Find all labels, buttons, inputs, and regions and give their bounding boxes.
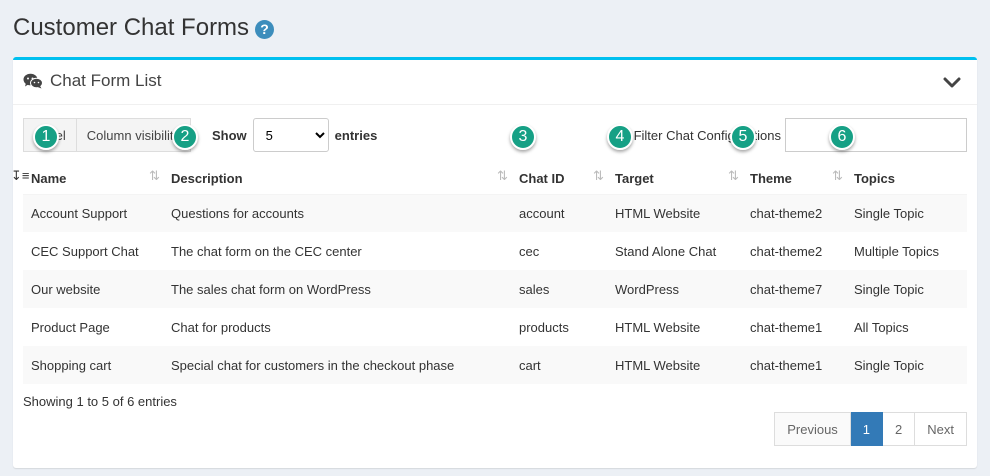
column-header-theme[interactable]: ⇅ Theme <box>728 156 846 195</box>
callout-marker-1: 1 <box>33 124 59 150</box>
column-header-target[interactable]: ⇅ Target <box>593 156 742 195</box>
page-button-1[interactable]: 1 <box>850 412 884 446</box>
table-row[interactable]: Product Page Chat for products products … <box>23 308 967 346</box>
cell-theme: chat-theme1 <box>750 319 823 335</box>
page-title: Customer Chat Forms ? <box>13 14 275 42</box>
cell-target: HTML Website <box>615 319 701 335</box>
filter-control: Filter Chat Configurations <box>634 118 967 152</box>
table-row[interactable]: Account Support Questions for accounts a… <box>23 194 967 232</box>
cell-chat-id: sales <box>519 281 550 297</box>
box-title-text: Chat Form List <box>50 71 162 90</box>
cell-theme: chat-theme2 <box>750 243 823 259</box>
chat-form-list-box: Chat Form List Excel Column visibility S… <box>11 57 977 468</box>
table-row[interactable]: Our website The sales chat form on WordP… <box>23 270 967 308</box>
cell-name: Product Page <box>31 319 110 335</box>
chat-form-table: ↧≡ Name ⇅ Description ⇅ Chat ID ⇅ Target ⇅ Th… <box>11 156 967 384</box>
cell-target: HTML Website <box>615 357 701 373</box>
page-button-2[interactable]: 2 <box>883 412 916 446</box>
sort-icon: ⇅ <box>497 168 508 183</box>
sort-icon: ⇅ <box>728 168 739 183</box>
sort-icon: ⇅ <box>832 168 843 183</box>
column-header-label: Chat ID <box>519 171 565 187</box>
cell-topics: Single Topic <box>854 357 924 373</box>
cell-topics: All Topics <box>854 319 909 335</box>
cell-theme: chat-theme7 <box>750 281 823 297</box>
table-header-row: ↧≡ Name ⇅ Description ⇅ Chat ID ⇅ Target ⇅ Th… <box>11 156 967 195</box>
cell-description: Chat for products <box>171 319 271 335</box>
cell-name: Our website <box>31 281 101 297</box>
column-header-label: Theme <box>750 171 792 187</box>
cell-theme: chat-theme2 <box>750 205 823 221</box>
column-header-label: Topics <box>854 171 895 187</box>
page-length-select[interactable]: 5 <box>252 118 329 152</box>
box-title: Chat Form List <box>23 71 161 91</box>
sort-ascending-icon: ↧≡ <box>11 168 30 183</box>
cell-topics: Single Topic <box>854 281 924 297</box>
question-circle-icon[interactable]: ? <box>255 19 275 39</box>
column-header-label: Description <box>171 171 243 187</box>
table-row[interactable]: CEC Support Chat The chat form on the CE… <box>23 232 967 270</box>
cell-chat-id: cec <box>519 243 540 259</box>
cell-target: WordPress <box>615 281 680 297</box>
cell-target: HTML Website <box>615 205 701 221</box>
column-header-name[interactable]: ↧≡ Name <box>11 156 163 195</box>
column-header-label: Name <box>31 171 67 187</box>
cell-description: The sales chat form on WordPress <box>171 281 371 297</box>
page-length-control: Show 5 entries <box>212 118 377 152</box>
previous-page-button[interactable]: Previous <box>774 412 851 446</box>
callout-marker-2: 2 <box>172 124 198 150</box>
sort-icon: ⇅ <box>149 168 160 183</box>
cell-description: The chat form on the CEC center <box>171 243 362 259</box>
table-toolbar: Excel Column visibility Show 5 entries F… <box>23 118 967 154</box>
sort-icon: ⇅ <box>593 168 604 183</box>
callout-marker-6: 6 <box>829 124 855 150</box>
box-header: Chat Form List <box>13 60 977 105</box>
show-label: Show <box>212 127 247 143</box>
cell-chat-id: cart <box>519 357 541 373</box>
column-header-description[interactable]: ⇅ Description <box>149 156 511 195</box>
column-header-topics[interactable]: ⇅ Topics <box>832 156 967 195</box>
filter-label: Filter Chat Configurations <box>633 127 781 143</box>
filter-input[interactable] <box>785 118 967 152</box>
next-page-button[interactable]: Next <box>915 412 967 446</box>
cell-name: Shopping cart <box>31 357 112 373</box>
cell-description: Special chat for customers in the checko… <box>171 357 455 373</box>
callout-marker-5: 5 <box>730 124 756 150</box>
cell-topics: Single Topic <box>854 205 924 221</box>
table-row[interactable]: Shopping cart Special chat for customers… <box>23 346 967 384</box>
cell-theme: chat-theme1 <box>750 357 823 373</box>
table-info: Showing 1 to 5 of 6 entries <box>23 394 177 409</box>
chevron-down-icon[interactable] <box>943 73 961 91</box>
cell-chat-id: account <box>519 205 565 221</box>
entries-label: entries <box>334 127 378 143</box>
callout-marker-3: 3 <box>510 124 536 150</box>
wechat-icon <box>23 73 43 89</box>
callout-marker-4: 4 <box>607 124 633 150</box>
cell-name: Account Support <box>31 205 128 221</box>
cell-topics: Multiple Topics <box>854 243 940 259</box>
cell-chat-id: products <box>519 319 569 335</box>
page-title-text: Customer Chat Forms <box>13 14 250 41</box>
pagination: Previous 1 2 Next <box>774 412 967 446</box>
cell-description: Questions for accounts <box>171 205 304 221</box>
cell-name: CEC Support Chat <box>31 243 139 259</box>
cell-target: Stand Alone Chat <box>615 243 717 259</box>
column-header-label: Target <box>615 171 654 187</box>
